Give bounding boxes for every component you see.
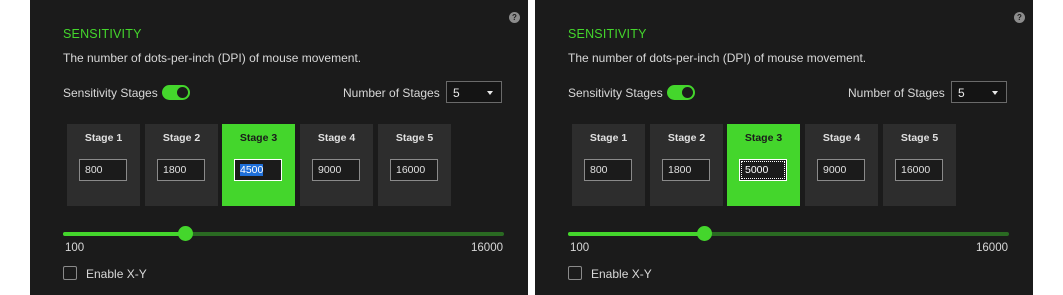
slider-min-label: 100: [65, 242, 85, 254]
number-of-stages-value: 5: [958, 86, 965, 100]
stage-1-dpi-input[interactable]: 800: [79, 159, 127, 181]
section-description: The number of dots-per-inch (DPI) of mou…: [63, 51, 362, 65]
enable-xy-checkbox[interactable]: [568, 266, 582, 280]
dpi-slider-thumb[interactable]: [696, 226, 712, 241]
number-of-stages-select[interactable]: 5: [951, 81, 1007, 103]
stage-label: Stage 2: [667, 132, 706, 144]
dpi-slider-track[interactable]: [63, 226, 504, 241]
section-title: SENSITIVITY: [63, 27, 142, 41]
sensitivity-panel-right: ? SENSITIVITY The number of dots-per-inc…: [535, 0, 1033, 295]
slider-max-label: 16000: [976, 242, 1008, 254]
stage-3-card[interactable]: Stage 3 5000: [727, 124, 800, 206]
number-of-stages-select[interactable]: 5: [446, 81, 502, 103]
section-description: The number of dots-per-inch (DPI) of mou…: [568, 51, 867, 65]
stage-3-dpi-input[interactable]: 5000: [739, 159, 787, 181]
slider-max-label: 16000: [471, 242, 503, 254]
dpi-slider-track[interactable]: [568, 226, 1009, 241]
sensitivity-stages-label: Sensitivity Stages: [568, 86, 663, 100]
stage-4-dpi-input[interactable]: 9000: [817, 159, 865, 181]
number-of-stages-label: Number of Stages: [848, 86, 945, 100]
toggle-knob: [177, 87, 188, 98]
enable-xy-label: Enable X-Y: [591, 267, 652, 281]
sensitivity-stages-toggle[interactable]: [667, 85, 695, 100]
stage-3-card[interactable]: Stage 3 4500: [222, 124, 295, 206]
stage-label: Stage 3: [744, 132, 783, 144]
stage-4-card[interactable]: Stage 4 9000: [805, 124, 878, 206]
stage-5-card[interactable]: Stage 5 16000: [883, 124, 956, 206]
sensitivity-stages-toggle[interactable]: [162, 85, 190, 100]
stage-5-card[interactable]: Stage 5 16000: [378, 124, 451, 206]
toggle-knob: [682, 87, 693, 98]
stage-2-dpi-input[interactable]: 1800: [662, 159, 710, 181]
stage-label: Stage 1: [589, 132, 628, 144]
dpi-slider-fill: [568, 232, 704, 236]
stage-4-dpi-input[interactable]: 9000: [312, 159, 360, 181]
sensitivity-panel-left: ? SENSITIVITY The number of dots-per-inc…: [30, 0, 528, 295]
number-of-stages-label: Number of Stages: [343, 86, 440, 100]
help-icon[interactable]: ?: [1014, 12, 1025, 23]
stage-label: Stage 5: [395, 132, 434, 144]
stage-label: Stage 4: [317, 132, 356, 144]
enable-xy-checkbox[interactable]: [63, 266, 77, 280]
number-of-stages-value: 5: [453, 86, 460, 100]
stage-label: Stage 5: [900, 132, 939, 144]
selected-text: 4500: [240, 164, 264, 176]
stage-2-card[interactable]: Stage 2 1800: [650, 124, 723, 206]
stage-1-dpi-input[interactable]: 800: [584, 159, 632, 181]
help-icon[interactable]: ?: [509, 12, 520, 23]
stage-5-dpi-input[interactable]: 16000: [390, 159, 438, 181]
chevron-down-icon: [487, 91, 493, 95]
stage-5-dpi-input[interactable]: 16000: [895, 159, 943, 181]
stage-4-card[interactable]: Stage 4 9000: [300, 124, 373, 206]
stage-label: Stage 4: [822, 132, 861, 144]
stage-label: Stage 1: [84, 132, 123, 144]
stage-label: Stage 3: [239, 132, 278, 144]
stage-2-card[interactable]: Stage 2 1800: [145, 124, 218, 206]
enable-xy-label: Enable X-Y: [86, 267, 147, 281]
sensitivity-stages-label: Sensitivity Stages: [63, 86, 158, 100]
slider-min-label: 100: [570, 242, 590, 254]
stage-1-card[interactable]: Stage 1 800: [67, 124, 140, 206]
dpi-slider-fill: [63, 232, 186, 236]
stage-1-card[interactable]: Stage 1 800: [572, 124, 645, 206]
chevron-down-icon: [992, 91, 998, 95]
dpi-slider-thumb[interactable]: [178, 226, 194, 241]
stage-2-dpi-input[interactable]: 1800: [157, 159, 205, 181]
stage-label: Stage 2: [162, 132, 201, 144]
stage-3-dpi-input[interactable]: 4500: [234, 159, 282, 181]
section-title: SENSITIVITY: [568, 27, 647, 41]
